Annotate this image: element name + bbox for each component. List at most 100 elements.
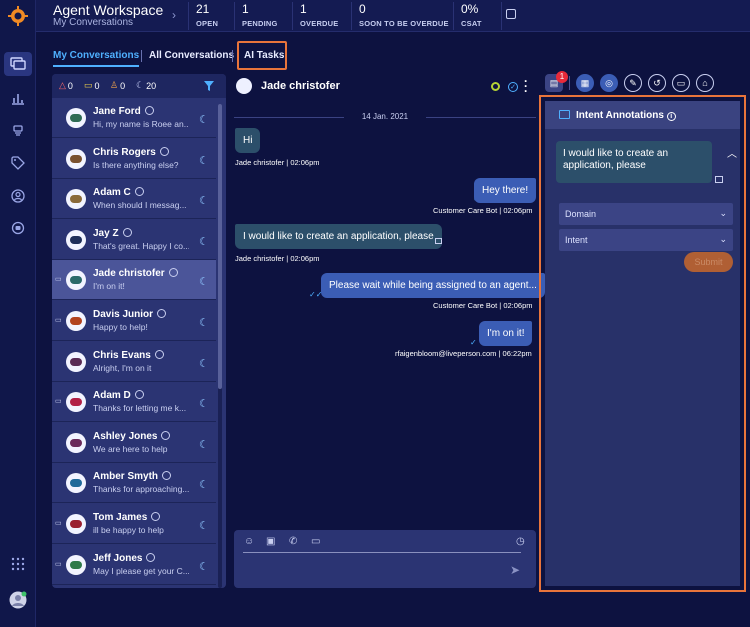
clipboard-icon[interactable]: ▦ — [576, 74, 594, 92]
conversation-item[interactable]: ▭ Jeff Jones May I please get your C... ☾ — [52, 545, 216, 585]
id-card-icon[interactable]: ▭ — [672, 74, 690, 92]
apps-grid-icon[interactable] — [9, 555, 27, 573]
intent-select[interactable]: Intent ⌄ — [559, 229, 733, 251]
info-icon[interactable]: i — [666, 112, 676, 121]
conversation-snippet: Thanks for letting me k... — [93, 403, 187, 414]
list-scrollbar[interactable] — [218, 104, 222, 588]
conversation-snippet: Hi, my name is Roee an... — [93, 119, 189, 129]
filter-chat[interactable]: ▭ 0 — [84, 80, 100, 91]
conversations-nav-icon[interactable] — [4, 52, 32, 76]
phone-icon[interactable]: ✆ — [289, 536, 297, 547]
conversation-snippet: When should I messag... — [93, 200, 187, 211]
conversation-item[interactable]: Jay Z That's great. Happy I co... ☾ — [52, 220, 216, 260]
moon-icon: ☾ — [199, 276, 209, 289]
filter-moon[interactable]: ☾ 20 — [136, 80, 156, 91]
submit-button[interactable]: Submit — [684, 252, 733, 272]
message-bubble: Hey there! — [474, 178, 537, 203]
conversation-item[interactable]: ▭ Tom James ill be happy to help ☾ — [52, 504, 216, 544]
panel-header: Intent Annotations i — [545, 101, 740, 129]
chevron-up-icon[interactable]: ︿ — [727, 145, 737, 160]
avatar — [66, 514, 86, 534]
app-logo-icon — [8, 6, 28, 26]
conversation-snippet: Thanks for approaching... — [93, 484, 189, 495]
conversation-item[interactable]: ▭ Davis Junior Happy to help! ☾ — [52, 301, 216, 341]
scrollbar-thumb[interactable] — [218, 104, 222, 389]
user-avatar-icon[interactable] — [9, 591, 27, 609]
stat-pending[interactable]: 1 PENDING — [234, 2, 278, 30]
stat-csat[interactable]: 0% CSAT — [453, 2, 501, 30]
check-circle-icon[interactable]: ✓ — [508, 82, 518, 92]
filter-alarm[interactable]: △ 0 — [59, 80, 73, 91]
info-panel-icon[interactable] — [506, 9, 516, 19]
emoji-icon[interactable]: ☺ — [244, 536, 254, 547]
filter-funnel-icon[interactable] — [203, 80, 215, 92]
canned-responses-icon[interactable]: ▣ — [266, 536, 275, 547]
conversation-name: Jane Ford — [93, 106, 154, 117]
conversation-snippet: I'm on it! — [93, 281, 125, 292]
message-bubble: Hi — [235, 128, 261, 153]
note-icon: ▭ — [55, 317, 62, 324]
composer-divider — [243, 552, 521, 553]
tab-all-conversations[interactable]: All Conversations — [149, 50, 234, 61]
message-annotate-icon[interactable] — [715, 176, 723, 183]
conversation-item[interactable]: Chris Rogers Is there anything else? ☾ — [52, 139, 216, 179]
video-icon[interactable]: ▭ — [311, 536, 320, 547]
message-meta: Customer Care Bot | 02:06pm — [433, 301, 533, 310]
store-icon[interactable]: ⌂ — [696, 74, 714, 92]
conversation-snippet: Is there anything else? — [93, 159, 179, 170]
moon-icon: ☾ — [199, 317, 209, 329]
workspace-title: Agent Workspace — [53, 2, 164, 18]
automation-nav-icon[interactable] — [9, 219, 27, 237]
conversation-name: Jade christofer — [93, 268, 178, 279]
message-bubble: Please wait while being assigned to an a… — [321, 273, 545, 298]
conversation-item[interactable]: Chris Evans Alright, I'm on it ☾ — [52, 342, 216, 382]
conversation-name: Jay Z — [93, 227, 132, 239]
moon-icon: ☾ — [199, 438, 209, 451]
conversation-item[interactable]: Amber Smyth Thanks for approaching... ☾ — [52, 463, 216, 504]
tab-my-conversations[interactable]: My Conversations — [53, 50, 140, 67]
tag-nav-icon[interactable] — [9, 154, 27, 172]
note-icon: ▭ — [55, 276, 62, 284]
history-icon[interactable]: ↺ — [648, 74, 666, 92]
bot-nav-icon[interactable] — [9, 121, 27, 139]
chat-transcript: 14 Jan. 2021 Hi Jade christofer | 02:06p… — [234, 102, 545, 526]
conversation-name: Adam D — [93, 390, 144, 401]
stat-open[interactable]: 21 OPEN — [188, 2, 218, 30]
conversation-item[interactable]: Ashley Jones We are here to help ☾ — [52, 423, 216, 463]
stat-soon-overdue[interactable]: 0 SOON TO BE OVERDUE — [351, 2, 449, 30]
avatar — [66, 473, 86, 494]
alarm-icon: △ — [59, 80, 66, 90]
profile-nav-icon[interactable] — [9, 187, 27, 205]
chevron-down-icon: ⌄ — [719, 234, 727, 244]
send-icon[interactable]: ➤ — [510, 563, 520, 577]
stat-overdue[interactable]: 1 OVERDUE — [292, 2, 339, 30]
message-meta: Jade christofer | 02:06pm — [235, 254, 320, 263]
conversation-snippet: We are here to help — [93, 443, 168, 454]
compass-icon[interactable]: ◎ — [600, 74, 618, 92]
avatar — [66, 311, 86, 331]
conversation-name: Davis Junior — [93, 309, 167, 320]
annotate-icon[interactable] — [435, 238, 442, 244]
moon-icon: ☾ — [199, 114, 209, 126]
conversation-item[interactable]: Jane Ford Hi, my name is Roee an... ☾ — [52, 98, 216, 138]
edit-icon[interactable]: ✎ — [624, 74, 642, 92]
conversation-item[interactable]: Adam C When should I messag... ☾ — [52, 179, 216, 220]
conversation-name: Amber Smyth — [93, 471, 172, 482]
conversation-item[interactable]: ▭ Jade christofer I'm on it! ☾ — [52, 260, 216, 301]
status-icon — [491, 82, 500, 91]
clock-icon[interactable]: ◷ — [516, 536, 525, 547]
conversation-item[interactable]: ▭ Adam D Thanks for letting me k... ☾ — [52, 382, 216, 423]
globe-icon — [134, 187, 144, 197]
left-nav-rail — [0, 0, 36, 627]
globe-icon — [157, 309, 167, 318]
note-icon: ▭ — [55, 398, 62, 406]
more-menu-icon[interactable]: · · · — [524, 75, 528, 97]
analytics-nav-icon[interactable] — [9, 89, 27, 107]
message-composer[interactable]: ☺ ▣ ✆ ▭ ◷ ➤ — [234, 530, 536, 588]
chevron-right-icon[interactable]: › — [172, 8, 176, 22]
globe-icon — [162, 471, 172, 481]
domain-select[interactable]: Domain ⌄ — [559, 203, 733, 225]
filter-agents[interactable]: ♙ 0 — [110, 80, 125, 91]
conversation-snippet: Alright, I'm on it — [93, 362, 152, 373]
chat-icon: ▭ — [84, 80, 93, 90]
